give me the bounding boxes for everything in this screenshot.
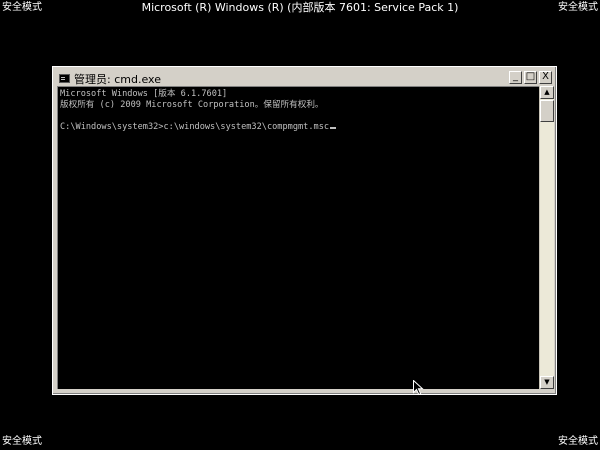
scroll-up-button[interactable]: ▲ [540, 86, 554, 99]
safe-mode-label-bottom-left: 安全模式 [2, 436, 42, 447]
console-command: C:\Windows\system32>c:\windows\system32\… [60, 122, 330, 132]
safe-mode-label-bottom-right: 安全模式 [558, 436, 598, 447]
window-titlebar[interactable]: 管理员: cmd.exe _ □ X [57, 70, 552, 87]
mouse-pointer-icon [413, 380, 424, 396]
minimize-button[interactable]: _ [509, 71, 522, 84]
console-line-version: Microsoft Windows [版本 6.1.7601] [60, 89, 228, 99]
scroll-thumb[interactable] [540, 100, 554, 122]
text-cursor [330, 127, 337, 129]
cmd-window[interactable]: 管理员: cmd.exe _ □ X Microsoft Windows [版本… [52, 66, 557, 395]
console-line-copyright: 版权所有 (c) 2009 Microsoft Corporation。保留所有… [60, 100, 324, 110]
os-build-title: Microsoft (R) Windows (R) (内部版本 7601: Se… [141, 1, 459, 14]
window-controls: _ □ X [509, 71, 552, 84]
console-prompt-line[interactable]: C:\Windows\system32>c:\windows\system32\… [60, 122, 537, 133]
maximize-button[interactable]: □ [524, 71, 537, 84]
close-button[interactable]: X [539, 71, 552, 84]
scroll-down-button[interactable]: ▼ [540, 376, 554, 389]
vertical-scrollbar[interactable]: ▲ ▼ [539, 86, 554, 389]
console-output[interactable]: Microsoft Windows [版本 6.1.7601] 版权所有 (c)… [57, 86, 539, 389]
window-title: 管理员: cmd.exe [74, 72, 161, 86]
safe-mode-label-top-right: 安全模式 [558, 2, 598, 13]
console-icon[interactable] [59, 74, 70, 83]
